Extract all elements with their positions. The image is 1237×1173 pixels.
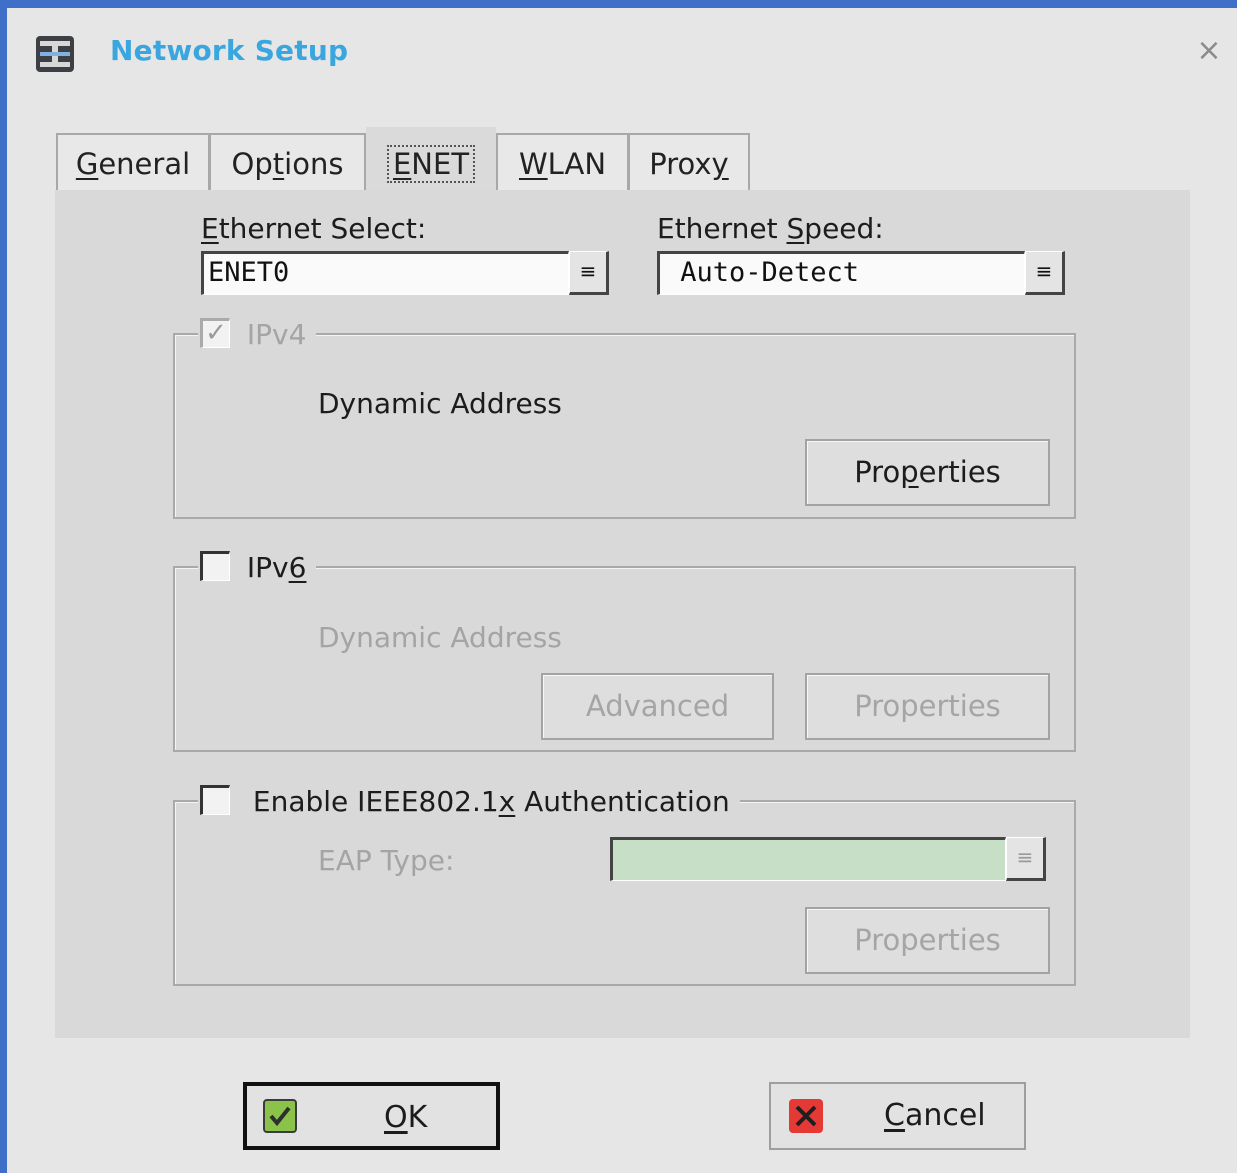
ipv6-legend: IPv6 [198,550,317,585]
ipv6-checkbox[interactable] [200,551,230,581]
ipv6-label-pre: IPv [246,551,289,584]
tab-wlan[interactable]: WLAN [496,133,629,191]
tab-options-label-pre: Op [231,147,273,181]
ipv4-legend: ✓ IPv4 [198,317,317,352]
ethernet-select-mnemonic: E [201,212,219,245]
x-icon [789,1099,823,1133]
tab-wlan-label: LAN [547,147,607,181]
tab-options[interactable]: Options [209,133,366,191]
ipv4-label: IPv4 [246,318,307,351]
ipv4-properties-button[interactable]: Properties [805,439,1050,506]
ethernet-speed-label-pre: Ethernet [657,212,787,245]
ipv6-label: IPv6 [247,551,307,584]
ipv6-properties-button[interactable]: Properties [805,673,1050,740]
ethernet-select-label-text: thernet Select: [218,212,427,245]
ethernet-select-label: Ethernet Select: [201,212,426,245]
ipv4-checkbox[interactable]: ✓ [200,318,230,348]
ipv6-advanced-button[interactable]: Advanced [541,673,774,740]
ok-label-rest: K [407,1100,428,1135]
eap-type-field[interactable] [610,837,1006,881]
ipv4-mode-text: Dynamic Address [318,387,562,420]
tab-enet-mnemonic: E [392,147,412,181]
tab-general-mnemonic: G [75,147,99,181]
tab-proxy-label-pre: Prox [649,147,712,181]
cancel-label-rest: ancel [904,1098,986,1133]
ethernet-select-dropdown-icon[interactable]: ≡ [569,251,609,295]
window-frame-top [0,0,1237,8]
tab-general-label: eneral [98,147,191,181]
tab-options-label-rest: ions [284,147,344,181]
ethernet-speed-label-text: peed: [804,212,884,245]
ethernet-speed-label: Ethernet Speed: [657,212,884,245]
ethernet-speed-mnemonic: S [786,212,805,245]
tab-wlan-mnemonic: W [518,147,548,181]
tab-enet[interactable]: ENET [366,127,496,191]
eap-type-dropdown-icon[interactable]: ≡ [1006,837,1046,881]
ipv6-mnemonic: 6 [288,551,307,584]
tab-options-mnemonic: t [272,147,285,181]
ok-button-label: OK [384,1100,427,1135]
ethernet-speed-dropdown-icon[interactable]: ≡ [1025,251,1065,295]
ieee8021x-legend: Enable IEEE802.1x Authentication [198,784,740,819]
cancel-button[interactable]: Cancel [769,1082,1026,1150]
ok-mnemonic: O [384,1100,408,1135]
ieee8021x-mnemonic: x [498,785,516,818]
tab-general[interactable]: General [56,133,210,191]
ieee8021x-label-pre: Enable IEEE802.1 [252,785,499,818]
ethernet-select-field[interactable]: ENET0 [201,251,569,295]
ethernet-speed-field[interactable]: Auto-Detect [657,251,1025,295]
ok-button[interactable]: OK [243,1082,500,1150]
tab-proxy[interactable]: Proxy [628,133,750,191]
close-icon[interactable]: × [1194,34,1224,68]
tab-enet-focus-ring: ENET [386,145,476,183]
window-frame-left [0,0,7,1173]
ieee8021x-label: Enable IEEE802.1x Authentication [253,785,730,818]
ieee8021x-properties-button[interactable]: Properties [805,907,1050,974]
ipv4-properties-mnemonic: p [900,455,919,489]
ipv4-properties-label-rest: erties [918,455,1001,489]
ipv4-properties-label-pre: Pro [854,455,901,489]
ieee8021x-checkbox[interactable] [200,785,230,815]
ipv6-mode-text: Dynamic Address [318,621,562,654]
tab-proxy-mnemonic: y [711,147,729,181]
cancel-button-label: Cancel [884,1098,986,1133]
tab-enet-label: NET [411,147,470,181]
dialog-title: Network Setup [110,34,349,67]
eap-type-label: EAP Type: [318,844,455,877]
ieee8021x-label-rest: Authentication [515,785,730,818]
check-icon [263,1099,297,1133]
cancel-mnemonic: C [884,1098,905,1133]
network-icon [36,36,74,72]
